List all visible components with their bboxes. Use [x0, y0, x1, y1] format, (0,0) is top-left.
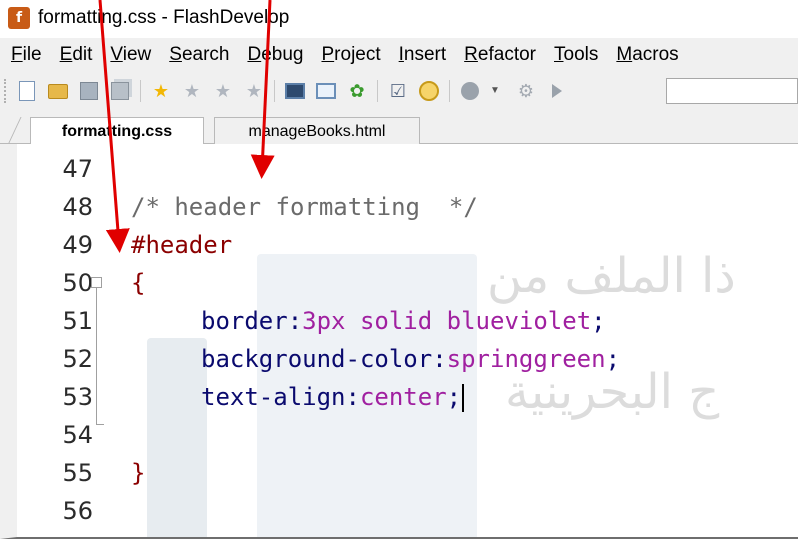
fold-toggle-icon[interactable]	[91, 277, 102, 288]
close-brace: }	[131, 459, 146, 487]
line-number: 55	[62, 459, 93, 487]
menu-project[interactable]: Project	[321, 44, 380, 66]
plant-icon[interactable]: ✿	[346, 80, 368, 102]
css-property: text-align	[201, 382, 346, 411]
toolbar-separator	[140, 80, 141, 102]
star-icon[interactable]: ★	[181, 80, 203, 102]
tab-formatting-css[interactable]: formatting.css	[30, 117, 204, 145]
code-editor[interactable]: ذا الملف من ج البحرينية 47 48 /* header …	[0, 144, 798, 539]
toolbar-combo-input[interactable]	[666, 78, 798, 104]
fold-guide-line	[96, 288, 97, 424]
open-brace: {	[131, 269, 146, 297]
bookmark-star-icon[interactable]: ★	[150, 80, 172, 102]
css-property: border	[201, 307, 288, 335]
css-comment: /* header formatting */	[131, 193, 478, 221]
toolbar-grip[interactable]	[4, 79, 8, 103]
star-icon[interactable]: ★	[212, 80, 234, 102]
semicolon: ;	[591, 307, 606, 335]
menu-edit[interactable]: Edit	[60, 44, 93, 66]
menu-macros[interactable]: Macros	[616, 44, 678, 66]
toolbar-separator	[377, 80, 378, 102]
colon: :	[432, 345, 447, 373]
css-selector: #header	[131, 231, 233, 259]
save-icon[interactable]	[78, 80, 100, 102]
css-value: center	[359, 382, 447, 411]
menu-view[interactable]: View	[110, 44, 151, 66]
line-number: 56	[62, 497, 93, 525]
colon: :	[345, 382, 360, 411]
code-line: 49 #header	[17, 226, 232, 264]
code-line: 50 {	[17, 264, 145, 302]
gear-icon[interactable]: ⚙	[515, 80, 537, 102]
semicolon: ;	[605, 345, 621, 373]
toolbar-separator	[449, 80, 450, 102]
css-value: 3px solid blueviolet	[302, 307, 592, 335]
flashdevelop-app-icon: f	[8, 7, 30, 29]
open-folder-icon[interactable]	[47, 80, 69, 102]
code-line: 48 /* header formatting */	[17, 188, 478, 226]
panel-window-icon[interactable]	[315, 80, 337, 102]
menu-debug[interactable]: Debug	[247, 44, 303, 66]
window-title: formatting.css - FlashDevelop	[38, 7, 290, 28]
colon: :	[287, 307, 303, 335]
css-value: springgreen	[446, 345, 606, 373]
menu-insert[interactable]: Insert	[399, 44, 447, 66]
code-line: 54	[17, 416, 105, 454]
line-number: 52	[62, 345, 93, 373]
fold-guide-end	[96, 424, 104, 425]
css-property: background-color	[201, 345, 433, 373]
watermark-text: ذا الملف من	[487, 248, 736, 304]
checklist-icon[interactable]: ☑	[387, 80, 409, 102]
line-number: 51	[62, 307, 93, 335]
line-number: 54	[62, 421, 93, 449]
code-line: 55 }	[17, 454, 145, 492]
line-number: 47	[62, 155, 93, 183]
menu-tools[interactable]: Tools	[554, 44, 598, 66]
toolbar-separator	[274, 80, 275, 102]
code-line: 53 text-align:center;	[17, 378, 465, 416]
code-line: 52 background-color:springgreen;	[17, 340, 620, 378]
code-line: 47	[17, 150, 105, 188]
star-icon[interactable]: ★	[243, 80, 265, 102]
menu-bar: File Edit View Search Debug Project Inse…	[0, 38, 798, 72]
line-number: 49	[62, 231, 93, 259]
code-line: 51 border:3px solid blueviolet;	[17, 302, 606, 340]
menu-search[interactable]: Search	[169, 44, 229, 66]
save-all-icon[interactable]	[109, 80, 131, 102]
semicolon: ;	[446, 382, 462, 411]
menu-refactor[interactable]: Refactor	[464, 44, 536, 66]
chevron-down-icon[interactable]: ▼	[484, 80, 506, 102]
title-bar: f formatting.css - FlashDevelop	[0, 0, 798, 36]
play-icon[interactable]	[546, 80, 568, 102]
tab-managebooks-html[interactable]: manageBooks.html	[214, 117, 420, 145]
line-number: 48	[62, 193, 93, 221]
line-number: 53	[62, 383, 93, 411]
console-window-icon[interactable]	[284, 80, 306, 102]
code-line: 56	[17, 492, 105, 530]
ball-icon[interactable]	[459, 80, 481, 102]
clock-icon[interactable]	[418, 80, 440, 102]
text-caret	[462, 383, 465, 412]
new-file-icon[interactable]	[16, 80, 38, 102]
menu-file[interactable]: File	[11, 44, 42, 66]
document-tabs: formatting.css manageBooks.html	[0, 110, 798, 145]
toolbar: ★ ★ ★ ★ ✿ ☑ ▼ ⚙	[0, 72, 798, 110]
